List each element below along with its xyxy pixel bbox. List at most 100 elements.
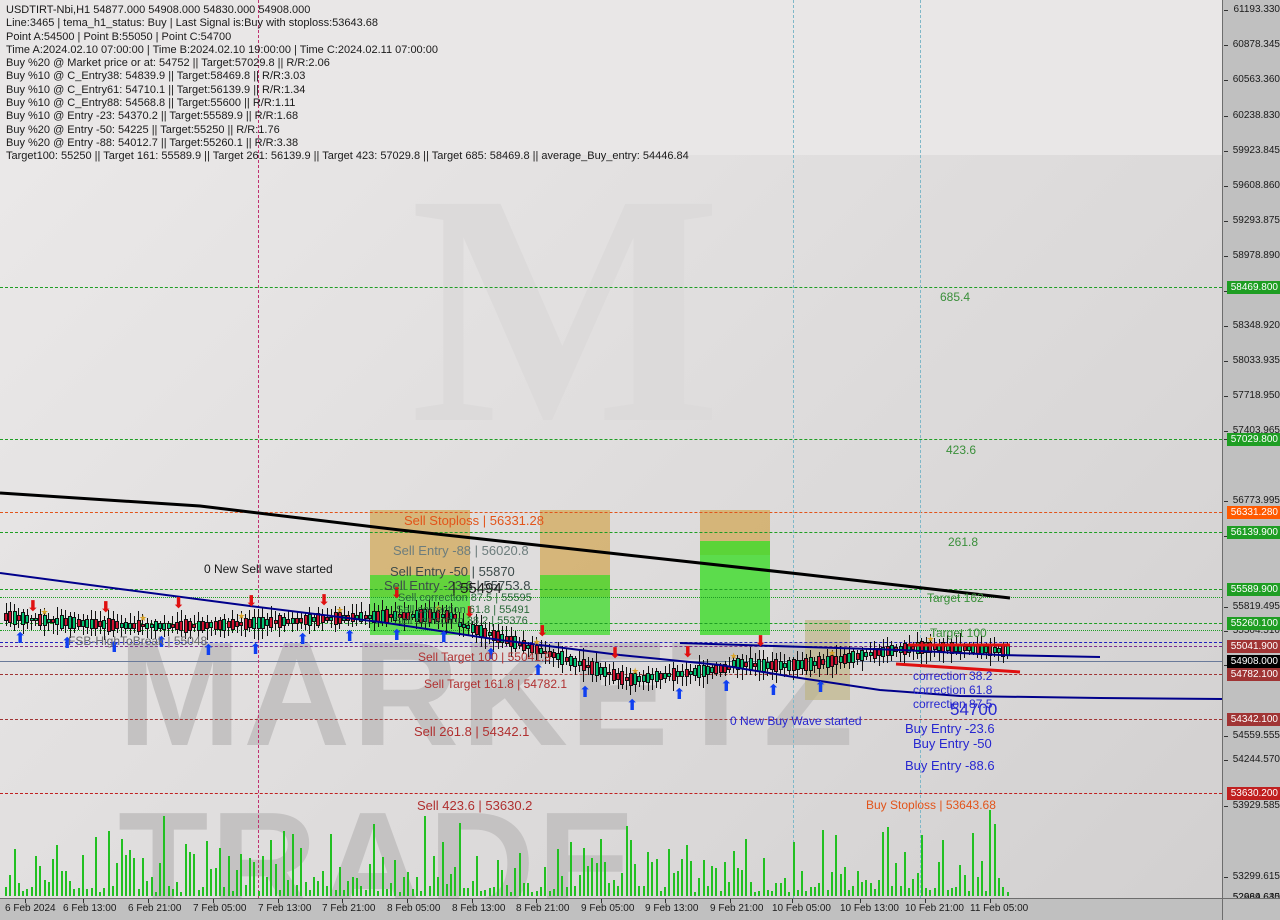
volume-bar: [223, 887, 226, 896]
price-level-label[interactable]: 53630.200: [1226, 787, 1280, 800]
volume-bar: [878, 879, 881, 896]
volume-bar: [505, 885, 508, 896]
annotation-target-100: Target 100: [930, 626, 987, 640]
volume-bar: [450, 873, 453, 896]
volume-bar: [283, 831, 286, 896]
volume-bar: [741, 870, 744, 896]
volume-bar: [120, 838, 123, 896]
volume-bar: [373, 823, 376, 896]
volume-bar: [219, 847, 221, 896]
volume-bar: [531, 891, 534, 896]
volume-bar: [467, 887, 470, 896]
price-level-label[interactable]: 57029.800: [1226, 433, 1280, 446]
volume-bar: [411, 889, 414, 896]
volume-bar: [82, 855, 85, 896]
time-tick-mark: [407, 899, 408, 903]
volume-bar: [287, 880, 290, 896]
annotation-fsb-high-to-break: FSB-HighToBreak | 55048: [68, 634, 208, 648]
pivot-star-icon: ★: [631, 666, 640, 677]
buy-signal-arrow-icon: ⬆: [578, 683, 592, 701]
annotation-sell-entry-50: Sell Entry -50 | 55870: [390, 564, 515, 579]
time-tick-label: 10 Feb 13:00: [840, 903, 899, 914]
volume-bar: [107, 831, 110, 896]
volume-bar: [197, 889, 200, 896]
time-tick-mark: [792, 899, 793, 903]
volume-bar: [634, 863, 637, 896]
pivot-star-icon: ★: [335, 605, 344, 616]
volume-bar: [347, 881, 350, 896]
volume-bar: [206, 840, 209, 896]
chart-info-panel: USDTIRT-Nbi,H1 54877.000 54908.000 54830…: [6, 4, 866, 164]
buy-zone-green-3: [700, 541, 770, 635]
price-level-label[interactable]: 54782.100: [1226, 668, 1280, 681]
volume-bar: [732, 851, 735, 896]
volume-bar: [792, 841, 795, 896]
volume-bar: [912, 879, 915, 896]
annotation-buy-entry-886: Buy Entry -88.6: [905, 758, 995, 773]
price-level-label[interactable]: 54342.100: [1226, 713, 1280, 726]
volume-bar: [599, 839, 602, 896]
volume-bar: [171, 888, 174, 896]
price-tick-mark: [1224, 116, 1228, 117]
price-tick: 57718.950: [1232, 390, 1280, 401]
price-level-label[interactable]: 55589.900: [1226, 583, 1280, 596]
volume-bar: [94, 836, 97, 896]
time-tick-label: 8 Feb 21:00: [516, 903, 570, 914]
level-buy-stoploss: [0, 793, 1222, 794]
volume-bar: [270, 839, 273, 896]
volume-bar: [548, 891, 551, 896]
info-line-5: Buy %10 @ C_Entry38: 54839.9 || Target:5…: [6, 70, 306, 83]
time-tick-label: 10 Feb 21:00: [905, 903, 964, 914]
chart-plot-area[interactable]: M MARKETZ TRADE ⬆ ⬇ ★ ⬆ ⬇ ⬆ ★ ⬆ ⬇ ⬆ ★ ⬇ ⬆ ⬆ ⬇ ★ ⬆ ⬆ ⬇ ★ ⬆ ⬇ ⬆ ⬆…: [0, 0, 1223, 898]
volume-bar: [22, 891, 25, 896]
volume-bar: [501, 870, 504, 896]
volume-bar: [694, 891, 697, 896]
price-tick-mark: [1224, 221, 1228, 222]
price-level-label[interactable]: 56139.900: [1226, 526, 1280, 539]
volume-bar: [561, 876, 564, 896]
price-level-label[interactable]: 58469.800: [1226, 281, 1280, 294]
buy-signal-arrow-icon: ⬆: [814, 679, 827, 697]
volume-bar: [681, 859, 684, 896]
level-sell-stoploss: [0, 512, 1222, 513]
time-axis[interactable]: 6 Feb 2024 6 Feb 13:00 6 Feb 21:00 7 Feb 05…: [0, 898, 1222, 920]
volume-bar: [997, 877, 1000, 896]
volume-bar: [167, 886, 170, 896]
price-level-label[interactable]: 55260.100: [1226, 617, 1280, 630]
buy-signal-arrow-icon: ⬆: [531, 661, 545, 679]
volume-bar: [980, 861, 983, 896]
volume-bar: [184, 843, 187, 896]
time-tick-label: 10 Feb 05:00: [772, 903, 831, 914]
price-level-label[interactable]: 56331.280: [1226, 506, 1280, 519]
volume-bar: [334, 889, 337, 896]
price-axis[interactable]: 61193.330 60878.345 60563.360 60238.830 5992…: [1222, 0, 1280, 903]
volume-bar: [9, 874, 12, 896]
volume-bar: [343, 890, 346, 896]
annotation-fib-685: 685.4: [940, 290, 971, 304]
volume-bar: [976, 876, 979, 896]
volume-bar: [214, 868, 217, 896]
volume-bar: [231, 891, 234, 896]
volume-bar: [43, 880, 46, 896]
volume-bar: [403, 876, 406, 896]
buy-signal-arrow-icon: ⬆: [13, 630, 27, 648]
buy-signal-arrow-icon: ⬆: [437, 628, 451, 646]
info-line-7: Buy %10 @ C_Entry88: 54568.8 || Target:5…: [6, 97, 296, 110]
pivot-star-icon: ★: [237, 611, 246, 622]
price-level-label[interactable]: 55041.900: [1226, 640, 1280, 653]
level-target-685: [0, 287, 1222, 288]
volume-bar: [711, 865, 714, 896]
volume-bar: [916, 873, 919, 896]
volume-bar: [612, 880, 615, 896]
candle-wick: [668, 663, 670, 681]
volume-bar: [801, 871, 804, 896]
volume-bar: [338, 866, 341, 896]
time-tick-label: 6 Feb 13:00: [63, 903, 117, 914]
volume-bar: [274, 863, 277, 896]
volume-bar: [47, 882, 50, 896]
volume-bar: [13, 849, 16, 896]
volume-bar: [745, 839, 748, 896]
price-level-label[interactable]: 54908.000: [1226, 655, 1280, 668]
volume-bar: [484, 890, 487, 896]
sell-signal-arrow-icon: ⬇: [608, 644, 622, 662]
